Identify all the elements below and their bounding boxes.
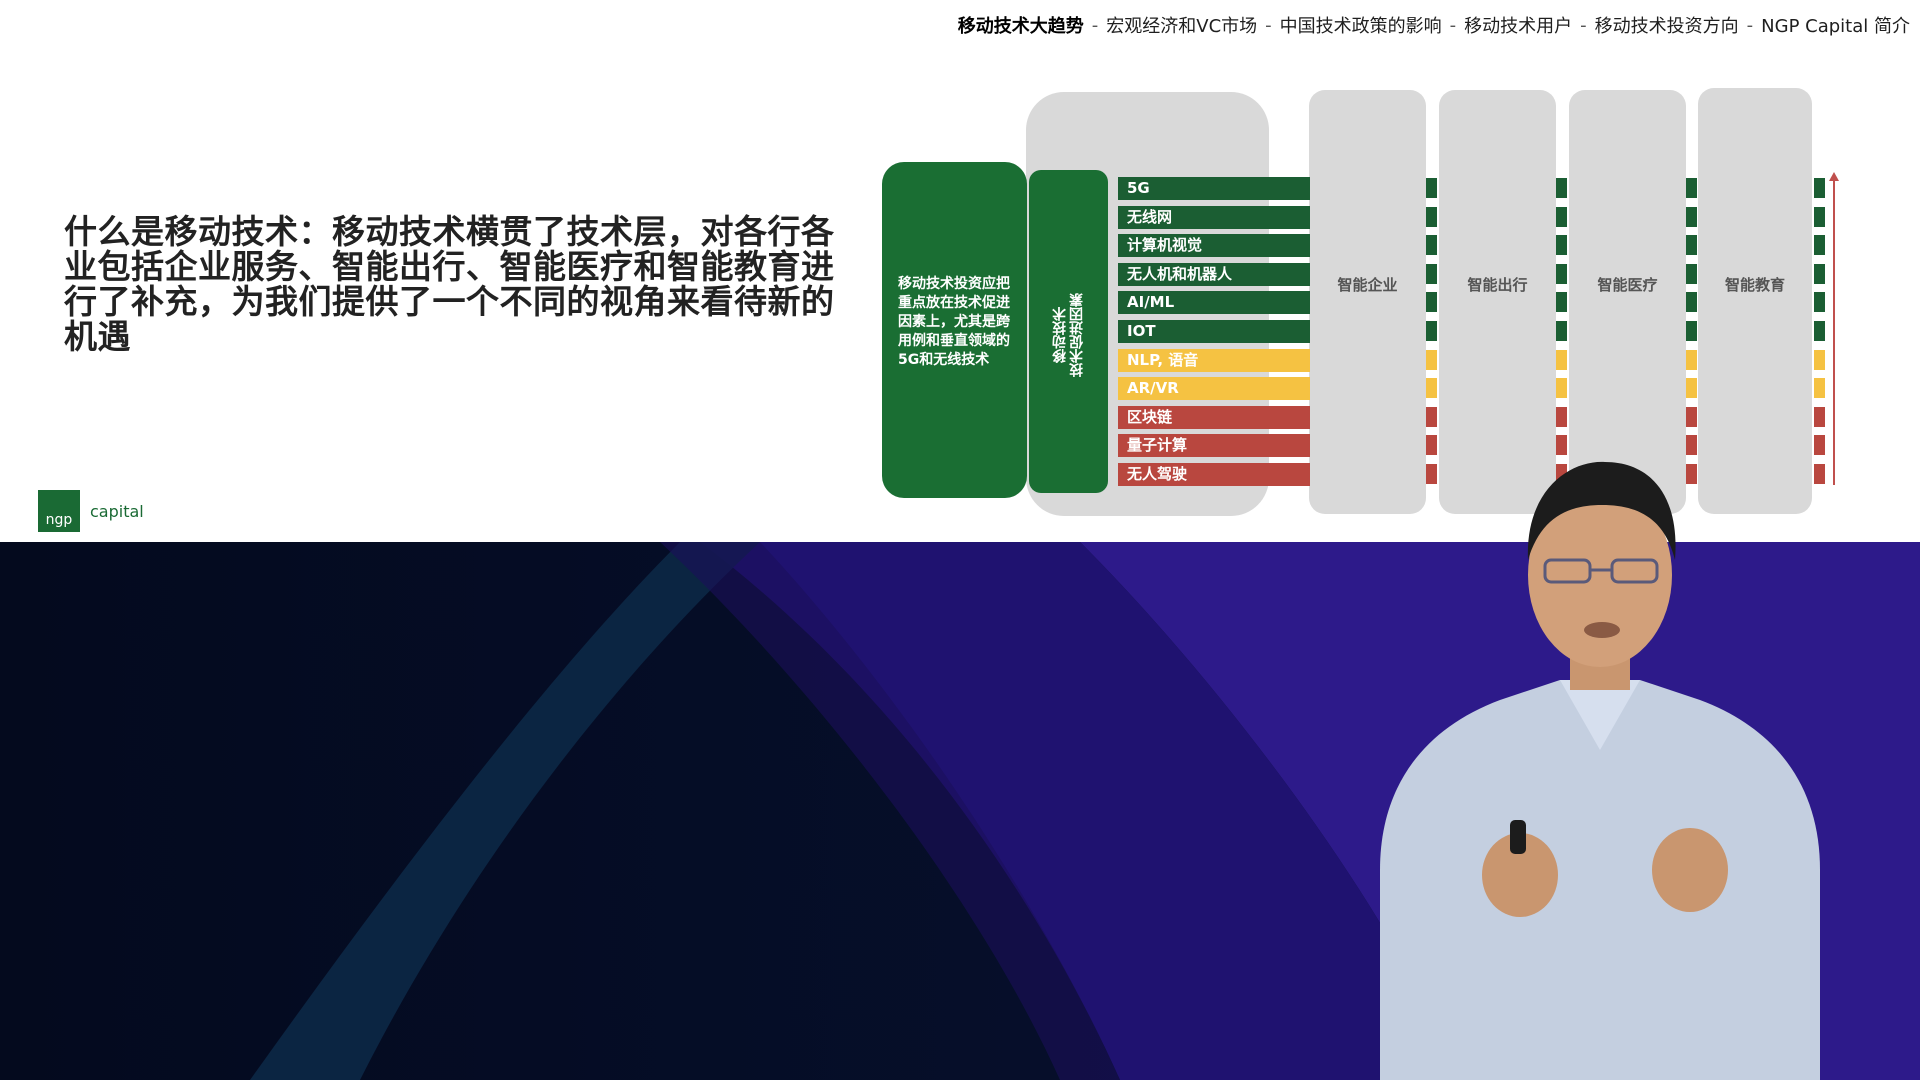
tech-tick-mark: [1426, 350, 1437, 370]
tech-tick-mark: [1814, 207, 1825, 227]
tech-row: IOT: [1118, 320, 1310, 343]
tech-tick-mark: [1686, 292, 1697, 312]
tech-tick-mark: [1426, 207, 1437, 227]
enablers-label-line1: 移动技术: [1052, 307, 1068, 363]
tech-tick-mark: [1426, 378, 1437, 398]
tech-tick-mark: [1556, 321, 1567, 341]
tech-tick-mark: [1556, 350, 1567, 370]
enablers-label: 移动技术 技术促进因素: [1052, 290, 1086, 380]
tech-tick-mark: [1686, 264, 1697, 284]
tech-tick-mark: [1686, 350, 1697, 370]
maturity-arrow-head: [1829, 172, 1839, 181]
tech-tick-mark: [1686, 207, 1697, 227]
tech-tick-mark: [1814, 178, 1825, 198]
tech-row: 计算机视觉: [1118, 234, 1310, 257]
tech-tick-mark: [1556, 207, 1567, 227]
tech-tick-mark: [1686, 378, 1697, 398]
tech-tick-mark: [1556, 378, 1567, 398]
presenter-figure: [1380, 461, 1820, 1080]
tech-tick-mark: [1814, 321, 1825, 341]
tech-tick-mark: [1686, 321, 1697, 341]
tech-row: 无人机和机器人: [1118, 263, 1310, 286]
tech-row: NLP, 语音: [1118, 349, 1310, 372]
tech-tick-mark: [1686, 235, 1697, 255]
tech-row: 量子计算: [1118, 434, 1310, 457]
tech-tick-mark: [1686, 178, 1697, 198]
tech-row: 区块链: [1118, 406, 1310, 429]
tech-tick-mark: [1814, 350, 1825, 370]
tech-tick-mark: [1426, 292, 1437, 312]
vertical-label-mobility: 智能出行: [1467, 276, 1528, 294]
tech-tick-mark: [1556, 235, 1567, 255]
tech-row: 无人驾驶: [1118, 463, 1310, 486]
tech-tick-mark: [1426, 264, 1437, 284]
enablers-label-line2: 技术促进因素: [1069, 293, 1085, 377]
tech-tick-mark: [1426, 178, 1437, 198]
tech-row: AR/VR: [1118, 377, 1310, 400]
tech-row: AI/ML: [1118, 291, 1310, 314]
tech-tick-mark: [1814, 378, 1825, 398]
tech-tick-mark: [1556, 264, 1567, 284]
tech-tick-mark: [1426, 321, 1437, 341]
tech-tick-mark: [1814, 235, 1825, 255]
tech-tick-mark: [1426, 235, 1437, 255]
tech-tick-mark: [1556, 292, 1567, 312]
tech-tick-mark: [1814, 292, 1825, 312]
tech-row: 5G: [1118, 177, 1310, 200]
vertical-label-healthcare: 智能医疗: [1597, 276, 1658, 294]
tech-row: 无线网: [1118, 206, 1310, 229]
vertical-label-enterprise: 智能企业: [1337, 276, 1398, 294]
tech-tick-mark: [1814, 264, 1825, 284]
tech-tick-mark: [1556, 178, 1567, 198]
investment-note-block: 移动技术投资应把重点放在技术促进因素上，尤其是跨用例和垂直领域的5G和无线技术: [882, 162, 1027, 498]
vertical-label-education: 智能教育: [1724, 276, 1785, 294]
